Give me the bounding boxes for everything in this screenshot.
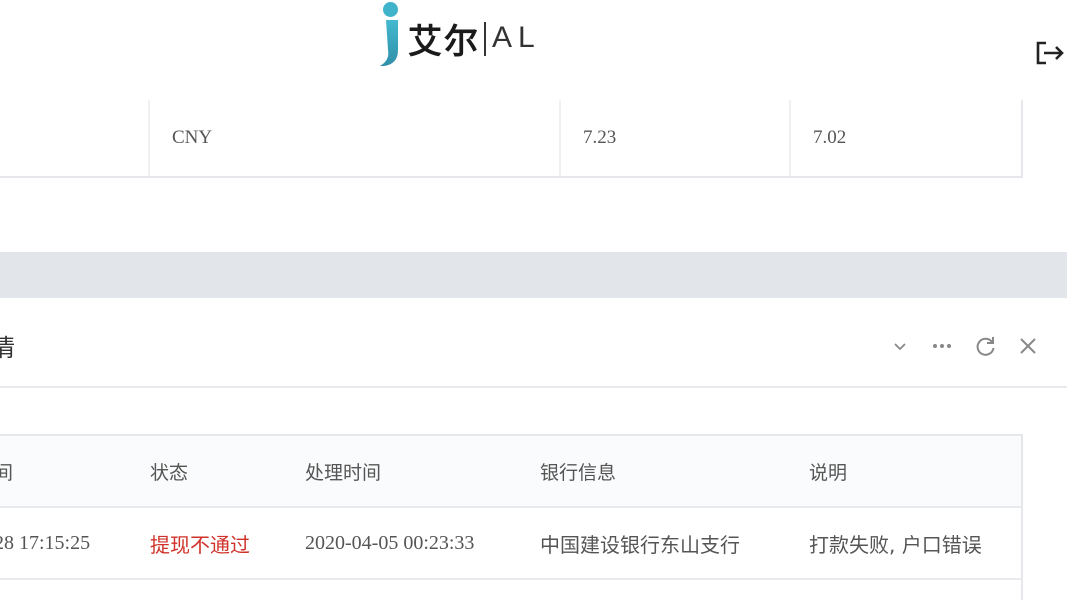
logo-separator [484, 22, 486, 56]
status-badge: 提现不通过 [150, 532, 250, 557]
brand-logo[interactable]: 艾尔 AL [378, 0, 541, 70]
cell-bank-info: 中国建设银行东山支行 [540, 532, 740, 557]
more-icon [933, 344, 951, 348]
column-header-time[interactable]: 间 [0, 436, 13, 506]
collapse-button[interactable] [888, 334, 912, 358]
logo-text-en: AL [492, 21, 541, 54]
column-header-process-time[interactable]: 处理时间 [305, 436, 381, 506]
more-button[interactable] [930, 334, 954, 358]
refresh-button[interactable] [974, 334, 998, 358]
column-divider [789, 100, 791, 176]
app-header: 艾尔 AL [0, 0, 1067, 100]
close-button[interactable] [1016, 334, 1040, 358]
rate-table: CNY 7.23 7.02 [0, 100, 1023, 178]
column-header-status[interactable]: 状态 [150, 436, 188, 506]
page: 艾尔 AL CNY 7.23 7.02 情 间 状态 处理时间 银行信息 说明 … [0, 0, 1067, 600]
cell-time: 28 17:15:25 [0, 531, 91, 554]
cell-remark: 打款失败, 户口错误 [809, 532, 982, 557]
column-header-bank-info[interactable]: 银行信息 [540, 436, 616, 506]
row-divider [0, 578, 1023, 580]
logo-mark-icon [378, 2, 404, 68]
panel-title: 情 [0, 334, 15, 362]
column-header-remark[interactable]: 说明 [809, 436, 847, 506]
close-icon [1020, 338, 1036, 354]
refresh-icon [976, 337, 995, 356]
chevron-down-icon [894, 343, 906, 351]
panel-divider [0, 386, 1067, 388]
cell-process-time: 2020-04-05 00:23:33 [305, 531, 475, 554]
details-panel: 情 间 状态 处理时间 银行信息 说明 28 17:15:25 提现不通过 20… [0, 298, 1067, 600]
logo-text-cn: 艾尔 [408, 21, 480, 62]
rate-cell: 7.23 [583, 127, 617, 148]
rate-cell: 7.02 [813, 127, 847, 148]
column-divider [559, 100, 561, 176]
section-band [0, 252, 1067, 298]
logout-icon [1036, 41, 1064, 65]
column-divider [148, 100, 150, 176]
records-table: 间 状态 处理时间 银行信息 说明 28 17:15:25 提现不通过 2020… [0, 434, 1023, 600]
logout-button[interactable] [1034, 38, 1066, 68]
currency-cell: CNY [172, 127, 213, 148]
